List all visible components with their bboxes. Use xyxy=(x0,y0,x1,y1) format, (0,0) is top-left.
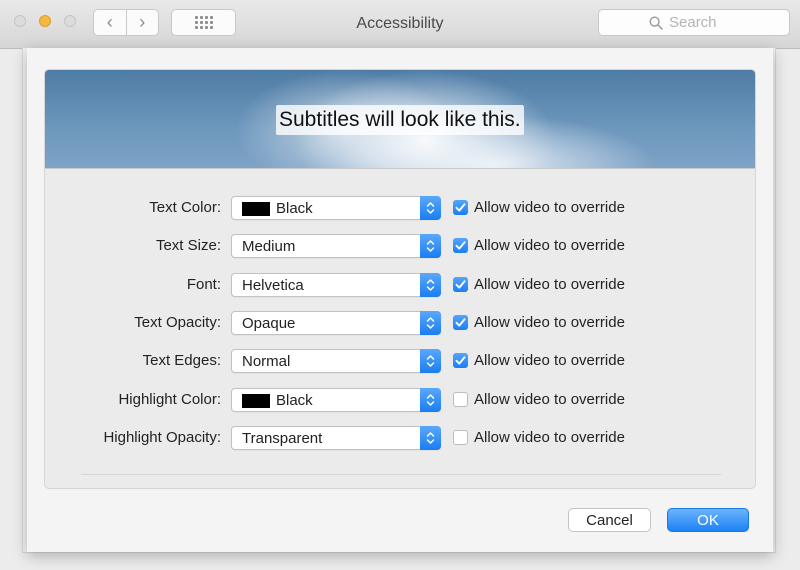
override-checkbox[interactable] xyxy=(453,353,468,368)
subtitle-preview: Subtitles will look like this. xyxy=(45,70,755,169)
option-row: Highlight Color: Black Allow video to over… xyxy=(45,388,755,413)
override-label: Allow video to override xyxy=(474,199,625,216)
option-row: Font: Helvetica Allow video to override xyxy=(45,273,755,298)
option-popup[interactable]: Black xyxy=(231,196,441,220)
option-value: Medium xyxy=(242,238,296,255)
option-label: Font: xyxy=(186,276,221,293)
option-popup[interactable]: Normal xyxy=(231,349,441,373)
option-popup[interactable]: Medium xyxy=(231,234,441,258)
option-value: Opaque xyxy=(242,315,296,332)
window-title: Accessibility xyxy=(356,15,444,32)
popup-arrows-icon xyxy=(420,311,441,335)
checkmark-icon xyxy=(455,318,466,327)
subtitle-sample-text: Subtitles will look like this. xyxy=(276,105,524,135)
option-label: Highlight Color: xyxy=(118,391,221,408)
search-icon xyxy=(649,16,663,30)
override-label: Allow video to override xyxy=(474,276,625,293)
minimize-window-button[interactable] xyxy=(39,15,51,27)
override-label: Allow video to override xyxy=(474,237,625,254)
popup-arrows-icon xyxy=(420,349,441,373)
option-row: Highlight Opacity: Transparent Allow video… xyxy=(45,426,755,451)
close-window-button[interactable] xyxy=(14,15,26,27)
popup-arrows-icon xyxy=(420,196,441,220)
option-value: Black xyxy=(276,392,313,409)
chevron-left-icon: ‹ xyxy=(106,12,113,32)
show-all-button[interactable] xyxy=(171,9,236,36)
option-popup[interactable]: Transparent xyxy=(231,426,441,450)
cancel-button[interactable]: Cancel xyxy=(568,508,651,532)
override-checkbox[interactable] xyxy=(453,392,468,407)
override-label: Allow video to override xyxy=(474,429,625,446)
option-label: Highlight Opacity: xyxy=(103,429,221,446)
option-row: Text Size: Medium Allow video to override xyxy=(45,234,755,259)
option-popup[interactable]: Opaque xyxy=(231,311,441,335)
color-swatch xyxy=(242,201,270,216)
option-label: Text Edges: xyxy=(142,352,221,369)
caption-settings-box: Subtitles will look like this. Text Colo… xyxy=(44,69,756,489)
search-field[interactable] xyxy=(598,9,790,36)
checkmark-icon xyxy=(455,203,466,212)
back-button[interactable]: ‹ xyxy=(94,10,127,35)
popup-arrows-icon xyxy=(420,388,441,412)
nav-buttons: ‹ › xyxy=(93,9,159,36)
checkmark-icon xyxy=(455,241,466,250)
option-popup[interactable]: Black xyxy=(231,388,441,412)
popup-arrows-icon xyxy=(420,426,441,450)
zoom-window-button[interactable] xyxy=(64,15,76,27)
option-value: Transparent xyxy=(242,430,323,447)
override-checkbox[interactable] xyxy=(453,200,468,215)
chevron-right-icon: › xyxy=(139,12,146,32)
separator xyxy=(81,474,721,475)
option-value: Helvetica xyxy=(242,277,304,294)
forward-button[interactable]: › xyxy=(127,10,159,35)
option-row: Text Edges: Normal Allow video to override xyxy=(45,349,755,374)
option-popup[interactable]: Helvetica xyxy=(231,273,441,297)
option-value: Black xyxy=(276,200,313,217)
override-checkbox[interactable] xyxy=(453,430,468,445)
option-row: Text Opacity: Opaque Allow video to overri… xyxy=(45,311,755,336)
checkmark-icon xyxy=(455,356,466,365)
override-label: Allow video to override xyxy=(474,391,625,408)
option-row: Text Color: Black Allow video to override xyxy=(45,196,755,221)
override-checkbox[interactable] xyxy=(453,238,468,253)
ok-button[interactable]: OK xyxy=(667,508,749,532)
override-label: Allow video to override xyxy=(474,352,625,369)
grid-icon xyxy=(194,16,213,29)
option-label: Text Opacity: xyxy=(134,314,221,331)
popup-arrows-icon xyxy=(420,234,441,258)
override-label: Allow video to override xyxy=(474,314,625,331)
color-swatch xyxy=(242,393,270,408)
override-checkbox[interactable] xyxy=(453,315,468,330)
search-input[interactable] xyxy=(669,14,779,31)
popup-arrows-icon xyxy=(420,273,441,297)
override-checkbox[interactable] xyxy=(453,277,468,292)
checkmark-icon xyxy=(455,280,466,289)
option-value: Normal xyxy=(242,353,291,370)
option-label: Text Size: xyxy=(155,237,221,254)
option-label: Text Color: xyxy=(149,199,221,216)
title-bar: ‹ › Accessibility xyxy=(0,0,800,49)
